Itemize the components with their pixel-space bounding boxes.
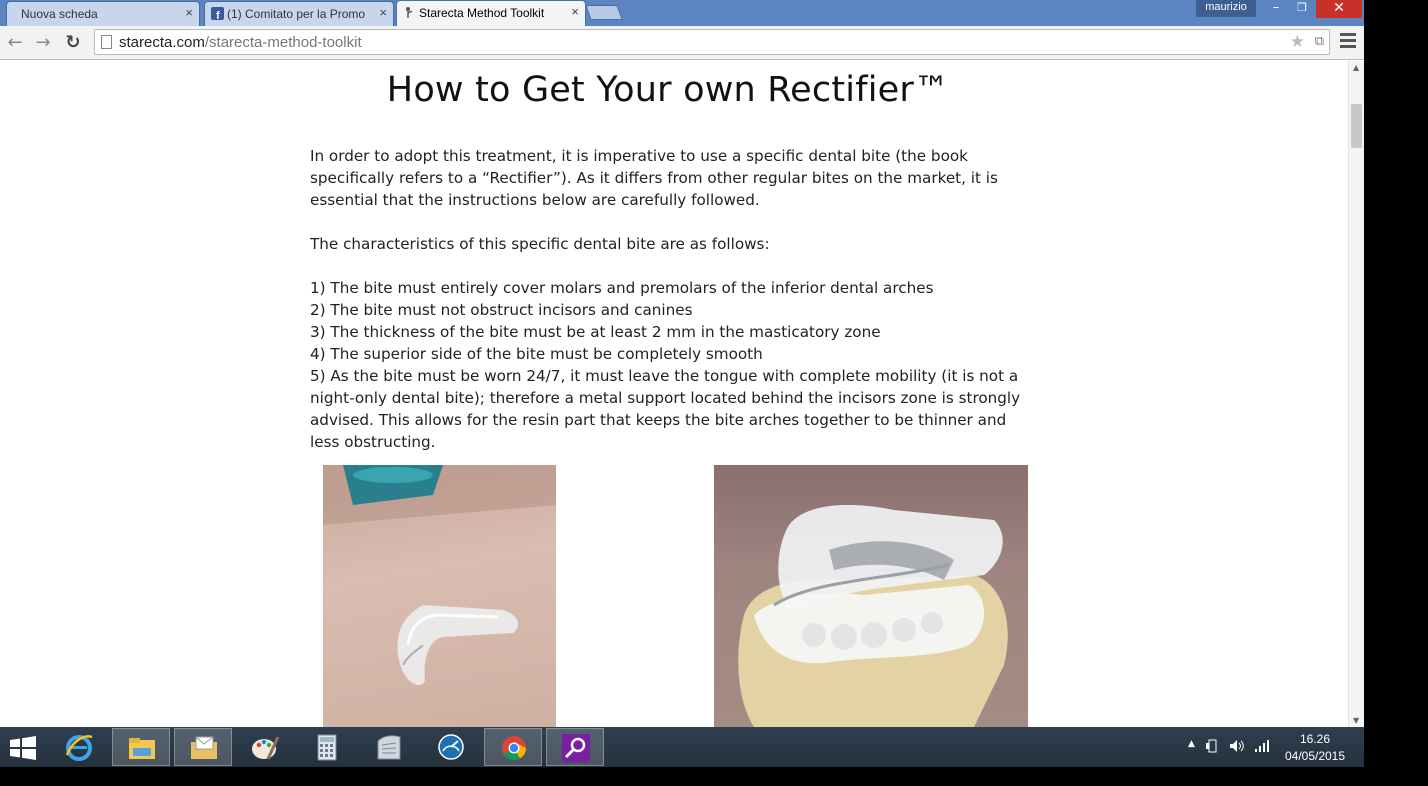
tab-comitato[interactable]: f (1) Comitato per la Promo ×	[204, 1, 394, 26]
url-domain: starecta.com	[119, 34, 205, 51]
scroll-thumb[interactable]	[1351, 104, 1362, 148]
power-plug-icon[interactable]	[1205, 739, 1219, 753]
taskbar-internet-explorer[interactable]	[50, 728, 108, 766]
taskbar-mail-folder[interactable]	[174, 728, 232, 766]
volume-icon[interactable]	[1229, 739, 1245, 753]
tab-close-icon[interactable]: ×	[185, 5, 193, 20]
network-signal-icon[interactable]	[1254, 739, 1270, 753]
page-content: How to Get Your own Rectifier™ In order …	[0, 61, 1348, 727]
list-item: 2) The bite must not obstruct incisors a…	[310, 301, 693, 319]
maximize-button[interactable]: ❐	[1289, 1, 1315, 19]
close-button[interactable]: ✕	[1316, 0, 1362, 18]
page-icon	[101, 35, 112, 49]
tab-title: Starecta Method Toolkit	[419, 6, 545, 20]
browser-toolbar: ← → ↻ starecta.com/starecta-method-toolk…	[0, 26, 1364, 60]
dental-bite-photo-left	[323, 465, 556, 727]
taskbar-scanner[interactable]	[360, 728, 418, 766]
taskbar-file-explorer[interactable]	[112, 728, 170, 766]
bookmark-star-icon[interactable]: ★	[1290, 32, 1305, 52]
speedometer-icon	[438, 734, 464, 760]
extension-icon[interactable]: ⧉	[1315, 34, 1324, 49]
chrome-icon	[502, 736, 526, 761]
characteristics-list: 1) The bite must entirely cover molars a…	[310, 277, 1040, 453]
taskbar-search-app[interactable]	[546, 728, 604, 766]
taskbar-chrome[interactable]	[484, 728, 542, 766]
new-tab-button[interactable]	[585, 5, 623, 20]
minimize-button[interactable]: –	[1263, 0, 1289, 18]
reload-button[interactable]: ↻	[62, 32, 84, 54]
intro-paragraph: In order to adopt this treatment, it is …	[310, 147, 998, 209]
start-button[interactable]	[0, 728, 46, 766]
tray-chevron-icon[interactable]: ▲	[1188, 739, 1195, 749]
tab-title: Nuova scheda	[21, 7, 98, 21]
tab-close-icon[interactable]: ×	[379, 5, 387, 20]
url-path: /starecta-method-toolkit	[204, 34, 362, 51]
profile-badge[interactable]: maurizio	[1196, 0, 1256, 17]
search-app-icon	[562, 734, 590, 762]
scanner-icon	[377, 735, 401, 760]
clock-date[interactable]: 04/05/2015	[1280, 749, 1350, 763]
back-button[interactable]: ←	[4, 32, 26, 54]
scroll-up-arrow-icon[interactable]: ▲	[1353, 63, 1359, 72]
article-body: In order to adopt this treatment, it is …	[310, 145, 1040, 475]
paint-icon	[252, 736, 280, 760]
scroll-down-arrow-icon[interactable]: ▼	[1353, 716, 1359, 725]
windows-taskbar: ▲ 16.26 04/05/2015	[0, 727, 1364, 767]
page-title: How to Get Your own Rectifier™	[386, 70, 950, 110]
internet-explorer-icon	[65, 735, 93, 761]
file-explorer-icon	[129, 738, 155, 759]
forward-button[interactable]: →	[32, 32, 54, 54]
calculator-icon	[317, 734, 337, 761]
address-bar[interactable]: starecta.com/starecta-method-toolkit ★ ⧉	[94, 29, 1330, 55]
tab-title: (1) Comitato per la Promo	[227, 7, 366, 21]
list-item: 4) The superior side of the bite must be…	[310, 345, 763, 363]
list-item: 1) The bite must entirely cover molars a…	[310, 279, 934, 297]
facebook-icon: f	[211, 7, 224, 20]
starecta-favicon-icon	[406, 7, 413, 18]
chrome-window: Nuova scheda × f (1) Comitato per la Pro…	[0, 0, 1364, 727]
tab-nuova-scheda[interactable]: Nuova scheda ×	[6, 1, 200, 26]
vertical-scrollbar[interactable]: ▲ ▼	[1348, 61, 1364, 727]
list-item: 3) The thickness of the bite must be at …	[310, 323, 881, 341]
clock-time[interactable]: 16.26	[1280, 732, 1350, 746]
characteristics-heading: The characteristics of this specific den…	[310, 235, 770, 253]
tab-close-icon[interactable]: ×	[571, 4, 579, 19]
start-icon	[10, 736, 36, 760]
tab-starecta[interactable]: Starecta Method Toolkit ×	[396, 0, 586, 26]
chrome-menu-icon[interactable]	[1340, 33, 1356, 51]
taskbar-speedometer[interactable]	[422, 728, 480, 766]
dental-bite-photo-right	[714, 465, 1028, 727]
svg-text:f: f	[216, 10, 220, 20]
taskbar-calculator[interactable]	[298, 728, 356, 766]
taskbar-paint[interactable]	[236, 728, 294, 766]
title-bar: Nuova scheda × f (1) Comitato per la Pro…	[0, 0, 1364, 26]
desktop: Nuova scheda × f (1) Comitato per la Pro…	[0, 0, 1428, 786]
url-text[interactable]: starecta.com/starecta-method-toolkit	[119, 34, 362, 51]
list-item: 5) As the bite must be worn 24/7, it mus…	[310, 367, 1021, 451]
mail-folder-icon	[191, 736, 217, 759]
